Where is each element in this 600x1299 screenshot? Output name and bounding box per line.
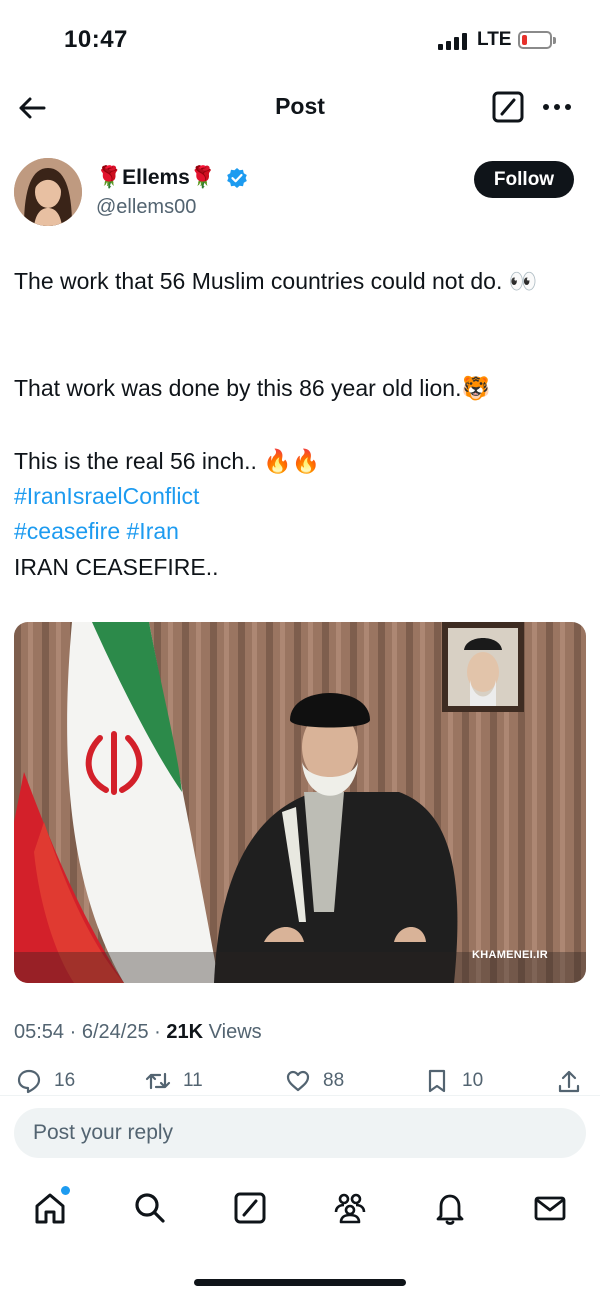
reply-count: 16 <box>54 1070 76 1091</box>
status-bar: 10:47 LTE <box>0 0 600 80</box>
hashtag-link[interactable]: #IranIsraelConflict <box>14 483 199 509</box>
repost-icon <box>145 1072 171 1090</box>
nav-search[interactable] <box>132 1190 168 1226</box>
avatar[interactable] <box>14 158 82 226</box>
tweet-text-line: That work was done by this 86 year old l… <box>14 375 491 401</box>
tweet-text-line: This is the real 56 inch.. 🔥🔥 <box>14 448 321 474</box>
follow-button[interactable]: Follow <box>474 161 574 198</box>
verified-badge-icon <box>226 167 248 189</box>
share-icon <box>558 1070 580 1093</box>
tweet-time: 05:54 <box>14 1021 65 1043</box>
author-handle[interactable]: @ellems00 <box>96 196 196 219</box>
reply-input[interactable]: Post your reply <box>14 1108 586 1158</box>
action-bar: 16 11 88 10 <box>0 1068 600 1102</box>
hashtag-line: #IranIsraelConflict <box>14 481 584 511</box>
nav-notifications[interactable] <box>432 1190 468 1226</box>
meta-separator: · <box>154 1021 161 1043</box>
search-icon <box>135 1193 165 1223</box>
hashtag-link[interactable]: #ceasefire <box>14 518 120 544</box>
nav-grok[interactable] <box>232 1190 268 1226</box>
hashtag-line: #ceasefire #Iran <box>14 516 584 546</box>
envelope-icon <box>534 1196 566 1221</box>
like-count: 88 <box>323 1070 345 1091</box>
repost-button[interactable]: 11 <box>145 1068 203 1094</box>
divider <box>0 1095 600 1096</box>
photo-illustration <box>14 622 586 983</box>
reply-icon <box>17 1069 41 1094</box>
more-icon <box>543 104 571 110</box>
home-icon <box>35 1193 65 1224</box>
nav-home[interactable] <box>32 1186 70 1226</box>
tweet-text-line: The work that 56 Muslim countries could … <box>14 268 538 294</box>
battery-level <box>522 35 527 45</box>
more-options-button[interactable] <box>540 92 574 122</box>
grok-icon <box>234 1192 266 1224</box>
views-count[interactable]: 21K <box>166 1021 203 1043</box>
heart-icon <box>286 1070 310 1092</box>
repost-count: 11 <box>183 1070 203 1091</box>
image-watermark: KHAMENEI.IR <box>471 949 548 961</box>
views-label: Views <box>208 1021 262 1043</box>
reply-button[interactable]: 16 <box>16 1068 75 1094</box>
avatar-image <box>14 158 82 226</box>
nav-communities[interactable] <box>332 1190 368 1226</box>
communities-icon <box>334 1193 366 1224</box>
tweet-text-line: IRAN CEASEFIRE.. <box>14 554 219 580</box>
grok-icon <box>492 91 524 123</box>
like-button[interactable]: 88 <box>285 1068 344 1094</box>
hashtag-link[interactable]: #Iran <box>127 518 179 544</box>
signal-icon <box>438 32 472 50</box>
grok-button[interactable] <box>491 90 525 124</box>
bookmark-count: 10 <box>462 1070 484 1091</box>
tweet-date: 6/24/25 <box>81 1021 149 1043</box>
top-header: Post <box>0 80 600 136</box>
bookmark-button[interactable]: 10 <box>424 1068 483 1094</box>
bookmark-icon <box>428 1069 446 1093</box>
home-indicator <box>194 1279 406 1286</box>
meta-separator: · <box>69 1021 77 1043</box>
status-time: 10:47 <box>64 26 128 53</box>
bottom-nav <box>0 1178 600 1238</box>
tweet-meta: 05:54 · 6/24/25 · 21K Views <box>14 1021 262 1044</box>
network-label: LTE <box>477 29 512 50</box>
nav-messages[interactable] <box>532 1190 568 1226</box>
tweet-image[interactable]: KHAMENEI.IR <box>14 622 586 983</box>
author-name-text: 🌹Ellems🌹 <box>96 166 217 189</box>
notification-dot <box>61 1186 70 1195</box>
battery-icon <box>518 31 556 49</box>
share-button[interactable] <box>556 1068 582 1094</box>
author-name[interactable]: 🌹Ellems🌹 <box>96 166 248 190</box>
bell-icon <box>436 1194 464 1225</box>
